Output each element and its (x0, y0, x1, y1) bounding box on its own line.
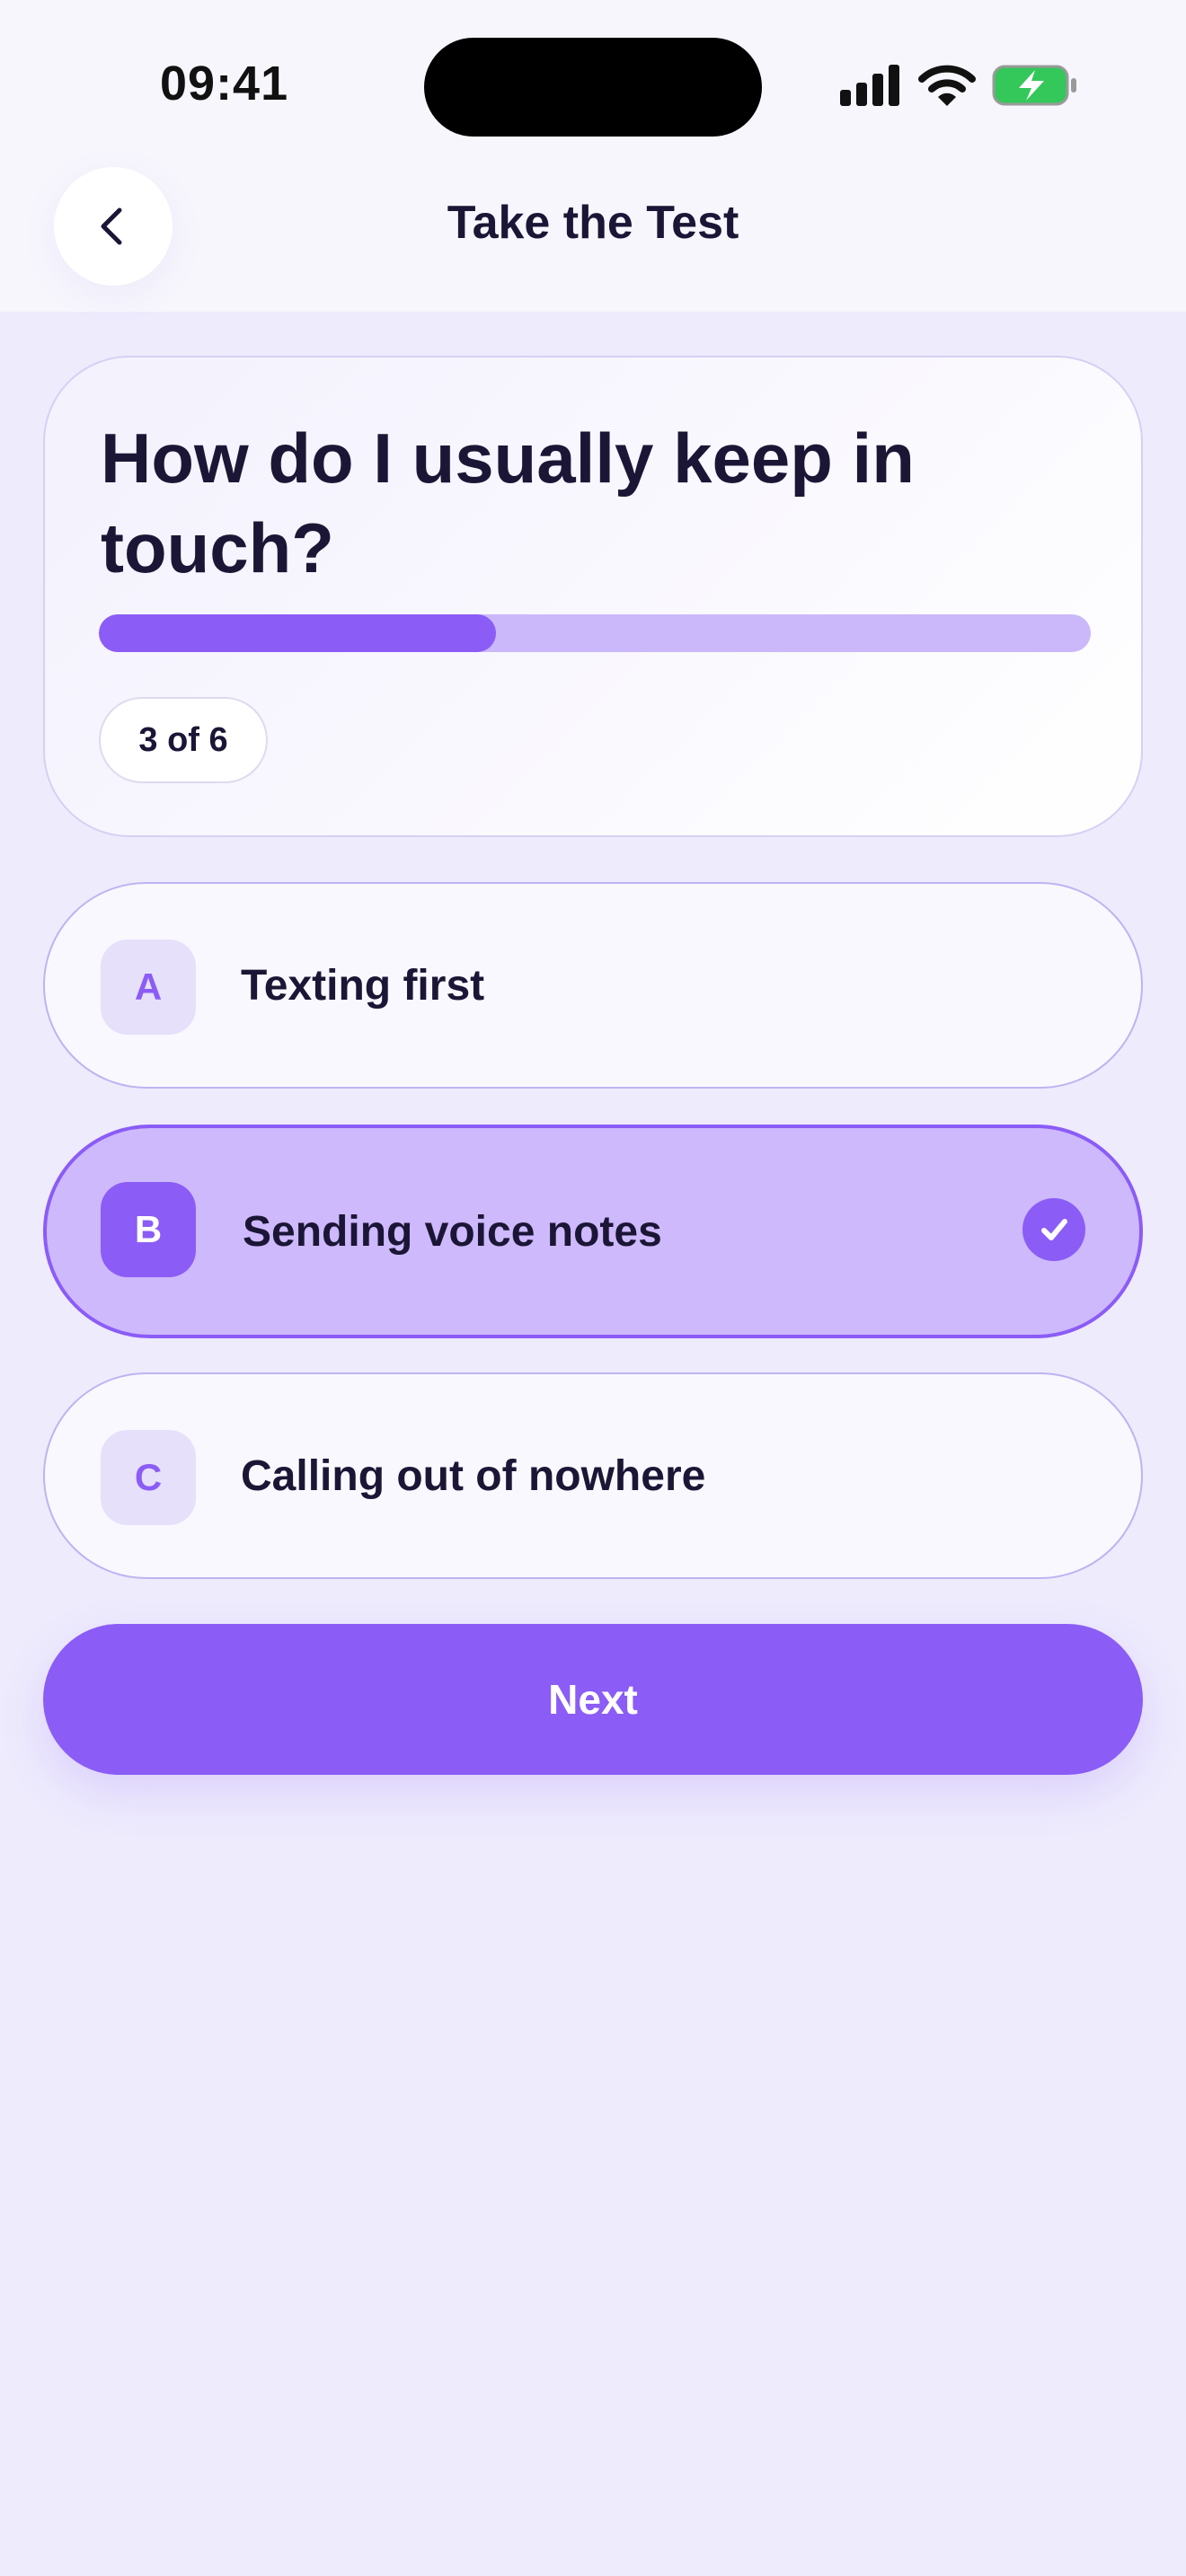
option-letter-badge: C (101, 1430, 196, 1525)
page-title: Take the Test (447, 197, 739, 249)
option-letter-badge: A (101, 940, 196, 1035)
cellular-signal-icon (840, 65, 899, 106)
option-label: Texting first (241, 961, 485, 1010)
next-button[interactable]: Next (43, 1624, 1143, 1775)
progress-bar-fill (99, 614, 496, 652)
option-label: Sending voice notes (243, 1207, 662, 1256)
check-icon (1022, 1198, 1085, 1261)
question-text: How do I usually keep in touch? (101, 419, 915, 587)
option-c[interactable]: C Calling out of nowhere (43, 1372, 1143, 1579)
question-card: How do I usually keep in touch? 3 of 6 (43, 356, 1143, 837)
dynamic-island (424, 38, 762, 137)
top-bar: 09:41 Take the Test (0, 0, 1186, 312)
option-label: Calling out of nowhere (241, 1451, 706, 1500)
option-b[interactable]: B Sending voice notes (43, 1125, 1143, 1338)
status-time: 09:41 (160, 57, 289, 110)
battery-charging-icon (992, 65, 1076, 106)
wifi-icon (918, 65, 976, 106)
progress-bar (99, 614, 1091, 652)
option-a[interactable]: A Texting first (43, 882, 1143, 1089)
option-letter-badge: B (101, 1182, 196, 1277)
question-counter: 3 of 6 (99, 697, 268, 783)
